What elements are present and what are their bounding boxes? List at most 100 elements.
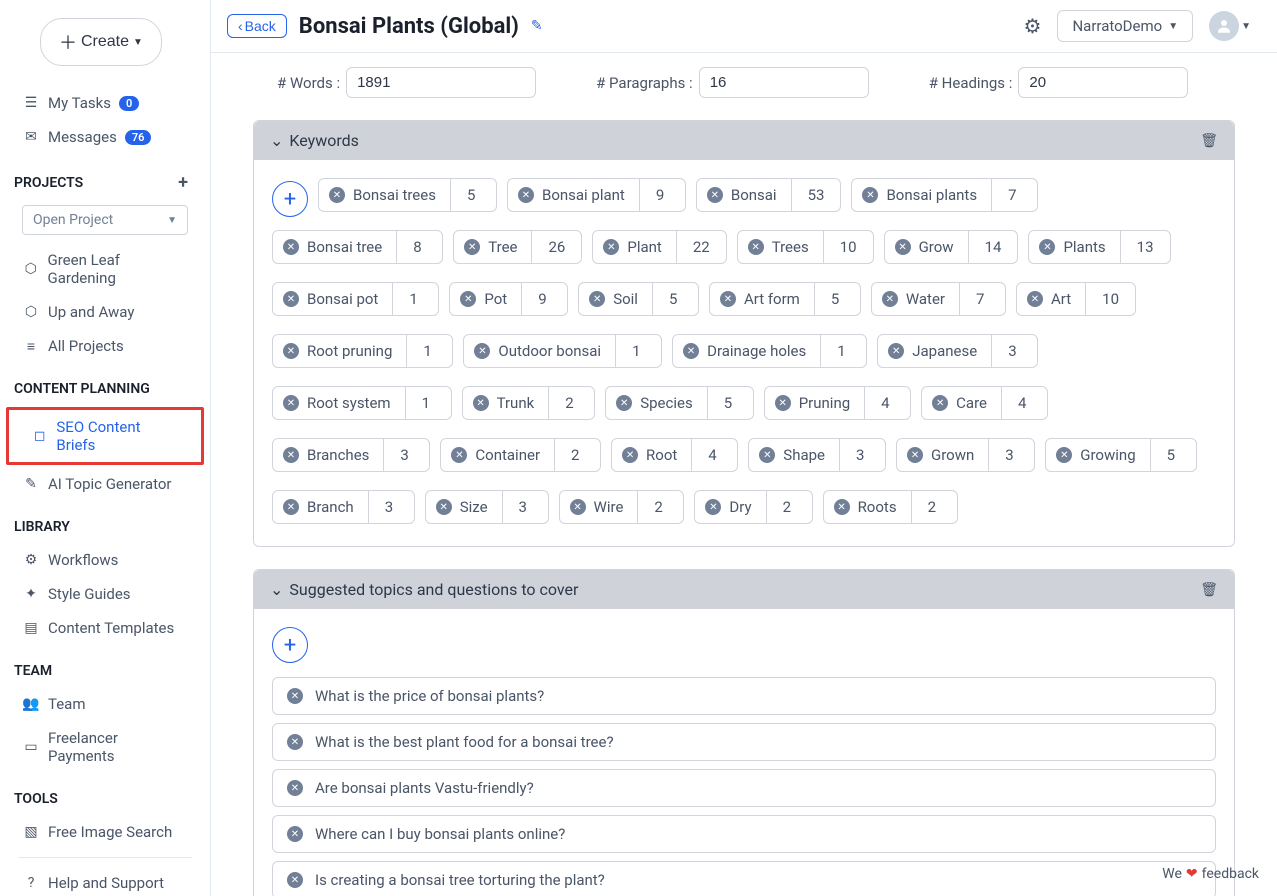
keyword-count[interactable]: 5 — [450, 179, 496, 211]
remove-keyword-button[interactable]: ✕ — [603, 239, 619, 255]
keyword-count[interactable]: 2 — [548, 387, 594, 419]
remove-keyword-button[interactable]: ✕ — [283, 291, 299, 307]
remove-question-button[interactable]: ✕ — [287, 826, 303, 842]
keyword-count[interactable]: 2 — [911, 491, 957, 523]
sidebar-item-ai-topic[interactable]: ✎ AI Topic Generator — [0, 467, 210, 501]
remove-keyword-button[interactable]: ✕ — [474, 343, 490, 359]
remove-keyword-button[interactable]: ✕ — [907, 447, 923, 463]
keyword-count[interactable]: 13 — [1120, 231, 1170, 263]
remove-keyword-button[interactable]: ✕ — [1039, 239, 1055, 255]
sidebar-item-freelancer-payments[interactable]: ▭ Freelancer Payments — [0, 721, 210, 773]
sidebar-item-team[interactable]: 👥 Team — [0, 687, 210, 721]
question-item[interactable]: ✕What is the best plant food for a bonsa… — [272, 723, 1216, 761]
sidebar-item-content-templates[interactable]: ▤ Content Templates — [0, 611, 210, 645]
keyword-count[interactable]: 3 — [502, 491, 548, 523]
remove-keyword-button[interactable]: ✕ — [283, 499, 299, 515]
keyword-count[interactable]: 9 — [639, 179, 685, 211]
keyword-count[interactable]: 1 — [406, 335, 452, 367]
keyword-count[interactable]: 5 — [652, 283, 698, 315]
remove-keyword-button[interactable]: ✕ — [283, 447, 299, 463]
keyword-count[interactable]: 14 — [968, 231, 1018, 263]
remove-keyword-button[interactable]: ✕ — [622, 447, 638, 463]
keyword-count[interactable]: 2 — [766, 491, 812, 523]
keyword-count[interactable]: 1 — [392, 283, 438, 315]
remove-keyword-button[interactable]: ✕ — [616, 395, 632, 411]
feedback-widget[interactable]: We ❤ feedback — [1162, 866, 1259, 882]
question-item[interactable]: ✕Are bonsai plants Vastu-friendly? — [272, 769, 1216, 807]
keyword-count[interactable]: 3 — [839, 439, 885, 471]
remove-keyword-button[interactable]: ✕ — [759, 447, 775, 463]
sidebar-item-all-projects[interactable]: ≡ All Projects — [0, 329, 210, 363]
open-project-select[interactable]: Open Project ▼ — [22, 205, 188, 235]
words-input[interactable] — [346, 67, 536, 98]
keyword-count[interactable]: 3 — [988, 439, 1034, 471]
remove-question-button[interactable]: ✕ — [287, 734, 303, 750]
keyword-count[interactable]: 1 — [615, 335, 661, 367]
create-button[interactable]: ＋ Create ▼ — [40, 18, 162, 66]
sidebar-item-style-guides[interactable]: ✦ Style Guides — [0, 577, 210, 611]
edit-icon[interactable]: ✎ — [531, 18, 543, 34]
remove-keyword-button[interactable]: ✕ — [882, 291, 898, 307]
remove-keyword-button[interactable]: ✕ — [329, 187, 345, 203]
keyword-count[interactable]: 53 — [791, 179, 841, 211]
remove-keyword-button[interactable]: ✕ — [283, 343, 299, 359]
add-question-button[interactable]: + — [272, 627, 308, 663]
question-item[interactable]: ✕What is the price of bonsai plants? — [272, 677, 1216, 715]
remove-keyword-button[interactable]: ✕ — [473, 395, 489, 411]
sidebar-item-workflows[interactable]: ⚙ Workflows — [0, 543, 210, 577]
keyword-count[interactable]: 10 — [1085, 283, 1135, 315]
question-item[interactable]: ✕Is creating a bonsai tree torturing the… — [272, 861, 1216, 896]
delete-keywords-button[interactable]: 🗑 — [1200, 133, 1218, 149]
keyword-count[interactable]: 4 — [1001, 387, 1047, 419]
add-keyword-button[interactable]: + — [272, 181, 308, 217]
remove-keyword-button[interactable]: ✕ — [720, 291, 736, 307]
keywords-panel-head[interactable]: ⌄ Keywords 🗑 — [254, 121, 1234, 160]
keyword-count[interactable]: 4 — [864, 387, 910, 419]
workspace-dropdown[interactable]: NarratoDemo ▼ — [1057, 10, 1193, 42]
remove-keyword-button[interactable]: ✕ — [451, 447, 467, 463]
remove-keyword-button[interactable]: ✕ — [862, 187, 878, 203]
remove-keyword-button[interactable]: ✕ — [707, 187, 723, 203]
keyword-count[interactable]: 2 — [554, 439, 600, 471]
keyword-count[interactable]: 9 — [521, 283, 567, 315]
remove-question-button[interactable]: ✕ — [287, 872, 303, 888]
sidebar-item-free-image-search[interactable]: ▧ Free Image Search — [0, 815, 210, 849]
keyword-count[interactable]: 5 — [1150, 439, 1196, 471]
remove-keyword-button[interactable]: ✕ — [570, 499, 586, 515]
questions-panel-head[interactable]: ⌄ Suggested topics and questions to cove… — [254, 570, 1234, 609]
remove-keyword-button[interactable]: ✕ — [775, 395, 791, 411]
sidebar-item-my-tasks[interactable]: ☰ My Tasks 0 — [0, 86, 210, 120]
remove-keyword-button[interactable]: ✕ — [895, 239, 911, 255]
remove-keyword-button[interactable]: ✕ — [1027, 291, 1043, 307]
keyword-count[interactable]: 3 — [383, 439, 429, 471]
keyword-count[interactable]: 8 — [396, 231, 442, 263]
keyword-count[interactable]: 4 — [691, 439, 737, 471]
remove-keyword-button[interactable]: ✕ — [748, 239, 764, 255]
headings-input[interactable] — [1018, 67, 1188, 98]
sidebar-item-project-2[interactable]: ⬡ Up and Away — [0, 295, 210, 329]
remove-keyword-button[interactable]: ✕ — [1056, 447, 1072, 463]
remove-question-button[interactable]: ✕ — [287, 780, 303, 796]
keyword-count[interactable]: 22 — [676, 231, 726, 263]
keyword-count[interactable]: 7 — [959, 283, 1005, 315]
keyword-count[interactable]: 26 — [531, 231, 581, 263]
remove-keyword-button[interactable]: ✕ — [283, 239, 299, 255]
sidebar-item-help-support[interactable]: ? Help and Support — [0, 866, 210, 896]
keyword-count[interactable]: 2 — [637, 491, 683, 523]
sidebar-item-messages[interactable]: ✉ Messages 76 — [0, 120, 210, 154]
keyword-count[interactable]: 5 — [707, 387, 753, 419]
back-button[interactable]: ‹ Back — [227, 14, 287, 38]
remove-keyword-button[interactable]: ✕ — [888, 343, 904, 359]
keyword-count[interactable]: 7 — [991, 179, 1037, 211]
keyword-count[interactable]: 10 — [823, 231, 873, 263]
remove-keyword-button[interactable]: ✕ — [518, 187, 534, 203]
keyword-count[interactable]: 3 — [991, 335, 1037, 367]
keyword-count[interactable]: 3 — [368, 491, 414, 523]
remove-keyword-button[interactable]: ✕ — [589, 291, 605, 307]
settings-icon[interactable]: ⚙ — [1024, 14, 1042, 38]
remove-keyword-button[interactable]: ✕ — [683, 343, 699, 359]
remove-keyword-button[interactable]: ✕ — [705, 499, 721, 515]
remove-keyword-button[interactable]: ✕ — [460, 291, 476, 307]
keyword-count[interactable]: 1 — [820, 335, 866, 367]
sidebar-item-project-1[interactable]: ⬡ Green Leaf Gardening — [0, 243, 210, 295]
